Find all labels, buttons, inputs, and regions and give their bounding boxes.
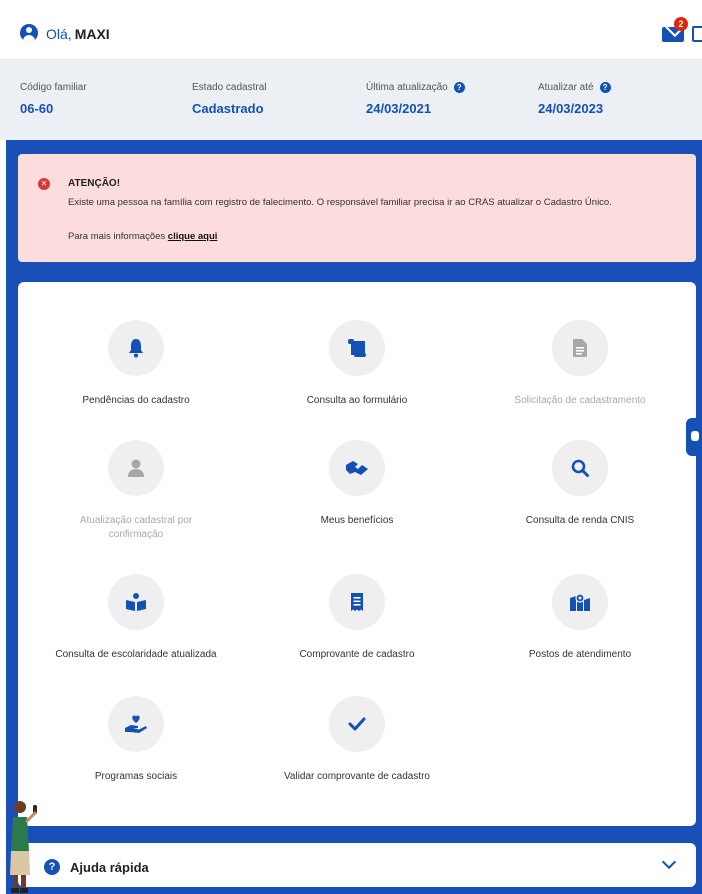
mail-badge: 2 [674,17,688,31]
error-icon: ✕ [38,178,50,190]
info-value: 06-60 [20,101,54,116]
service-label: Consulta de escolaridade atualizada [55,649,217,660]
question-icon: ? [44,859,60,875]
service-label: Solicitação de cadastramento [514,395,646,406]
service-label: Consulta ao formulário [306,395,408,406]
service-label: Programas sociais [94,771,178,782]
service-label: Validar comprovante de cadastro [283,771,430,782]
chevron-down-icon[interactable] [661,854,677,870]
family-info-bar: Código familiar 06-60 Estado cadastral C… [0,60,702,140]
more-info-link[interactable]: clique aqui [168,231,218,242]
receipt-icon [329,574,385,630]
info-status: Estado cadastral Cadastrado [192,82,267,116]
logout-icon[interactable] [692,26,702,42]
map-marker-icon [552,574,608,630]
service-label: Meus benefícios [320,515,394,526]
user-name: MAXI [74,26,110,42]
service-label: Pendências do cadastro [82,395,190,406]
info-value: 24/03/2021 [366,101,432,116]
assistant-illustration [10,801,37,893]
document-icon [552,320,608,376]
handshake-icon [329,440,385,496]
info-label: Estado cadastral [192,82,267,93]
top-header: Olá, MAXI 2 [0,0,702,60]
greeting: Olá, MAXI [46,26,110,42]
help-icon[interactable]: ? [453,82,465,93]
info-family-code: Código familiar 06-60 [20,82,87,116]
info-label: Atualizar até [538,82,594,93]
search-icon [552,440,608,496]
info-value: 24/03/2023 [538,101,604,116]
service-label: Atualização cadastral por confirmação [79,515,193,540]
accessibility-tab[interactable] [686,418,702,456]
check-icon [329,696,385,752]
help-icon[interactable]: ? [599,82,611,93]
alert-title: ATENÇÃO! [68,178,121,189]
quick-help-panel[interactable]: ? Ajuda rápida [18,843,696,887]
service-label: Postos de atendimento [528,649,632,660]
info-last-update: Última atualização? 24/03/2021 [366,82,465,116]
hand-heart-icon [108,696,164,752]
services-card: Pendências do cadastro Consulta ao formu… [18,282,696,826]
user-avatar-icon[interactable] [20,24,38,42]
alert-more-info: Para mais informações clique aqui [68,231,218,242]
user-icon [108,440,164,496]
info-value: Cadastrado [192,101,264,116]
warning-alert: ✕ ATENÇÃO! Existe uma pessoa na família … [18,154,696,262]
bell-icon [108,320,164,376]
quick-help-label: Ajuda rápida [70,860,149,875]
alert-message: Existe uma pessoa na família com registr… [68,197,612,208]
info-label: Última atualização [366,82,448,93]
service-label: Comprovante de cadastro [299,649,415,660]
info-label: Código familiar [20,82,87,93]
scroll-icon [329,320,385,376]
book-reader-icon [108,574,164,630]
service-label: Consulta de renda CNIS [525,515,635,526]
info-update-until: Atualizar até? 24/03/2023 [538,82,611,116]
